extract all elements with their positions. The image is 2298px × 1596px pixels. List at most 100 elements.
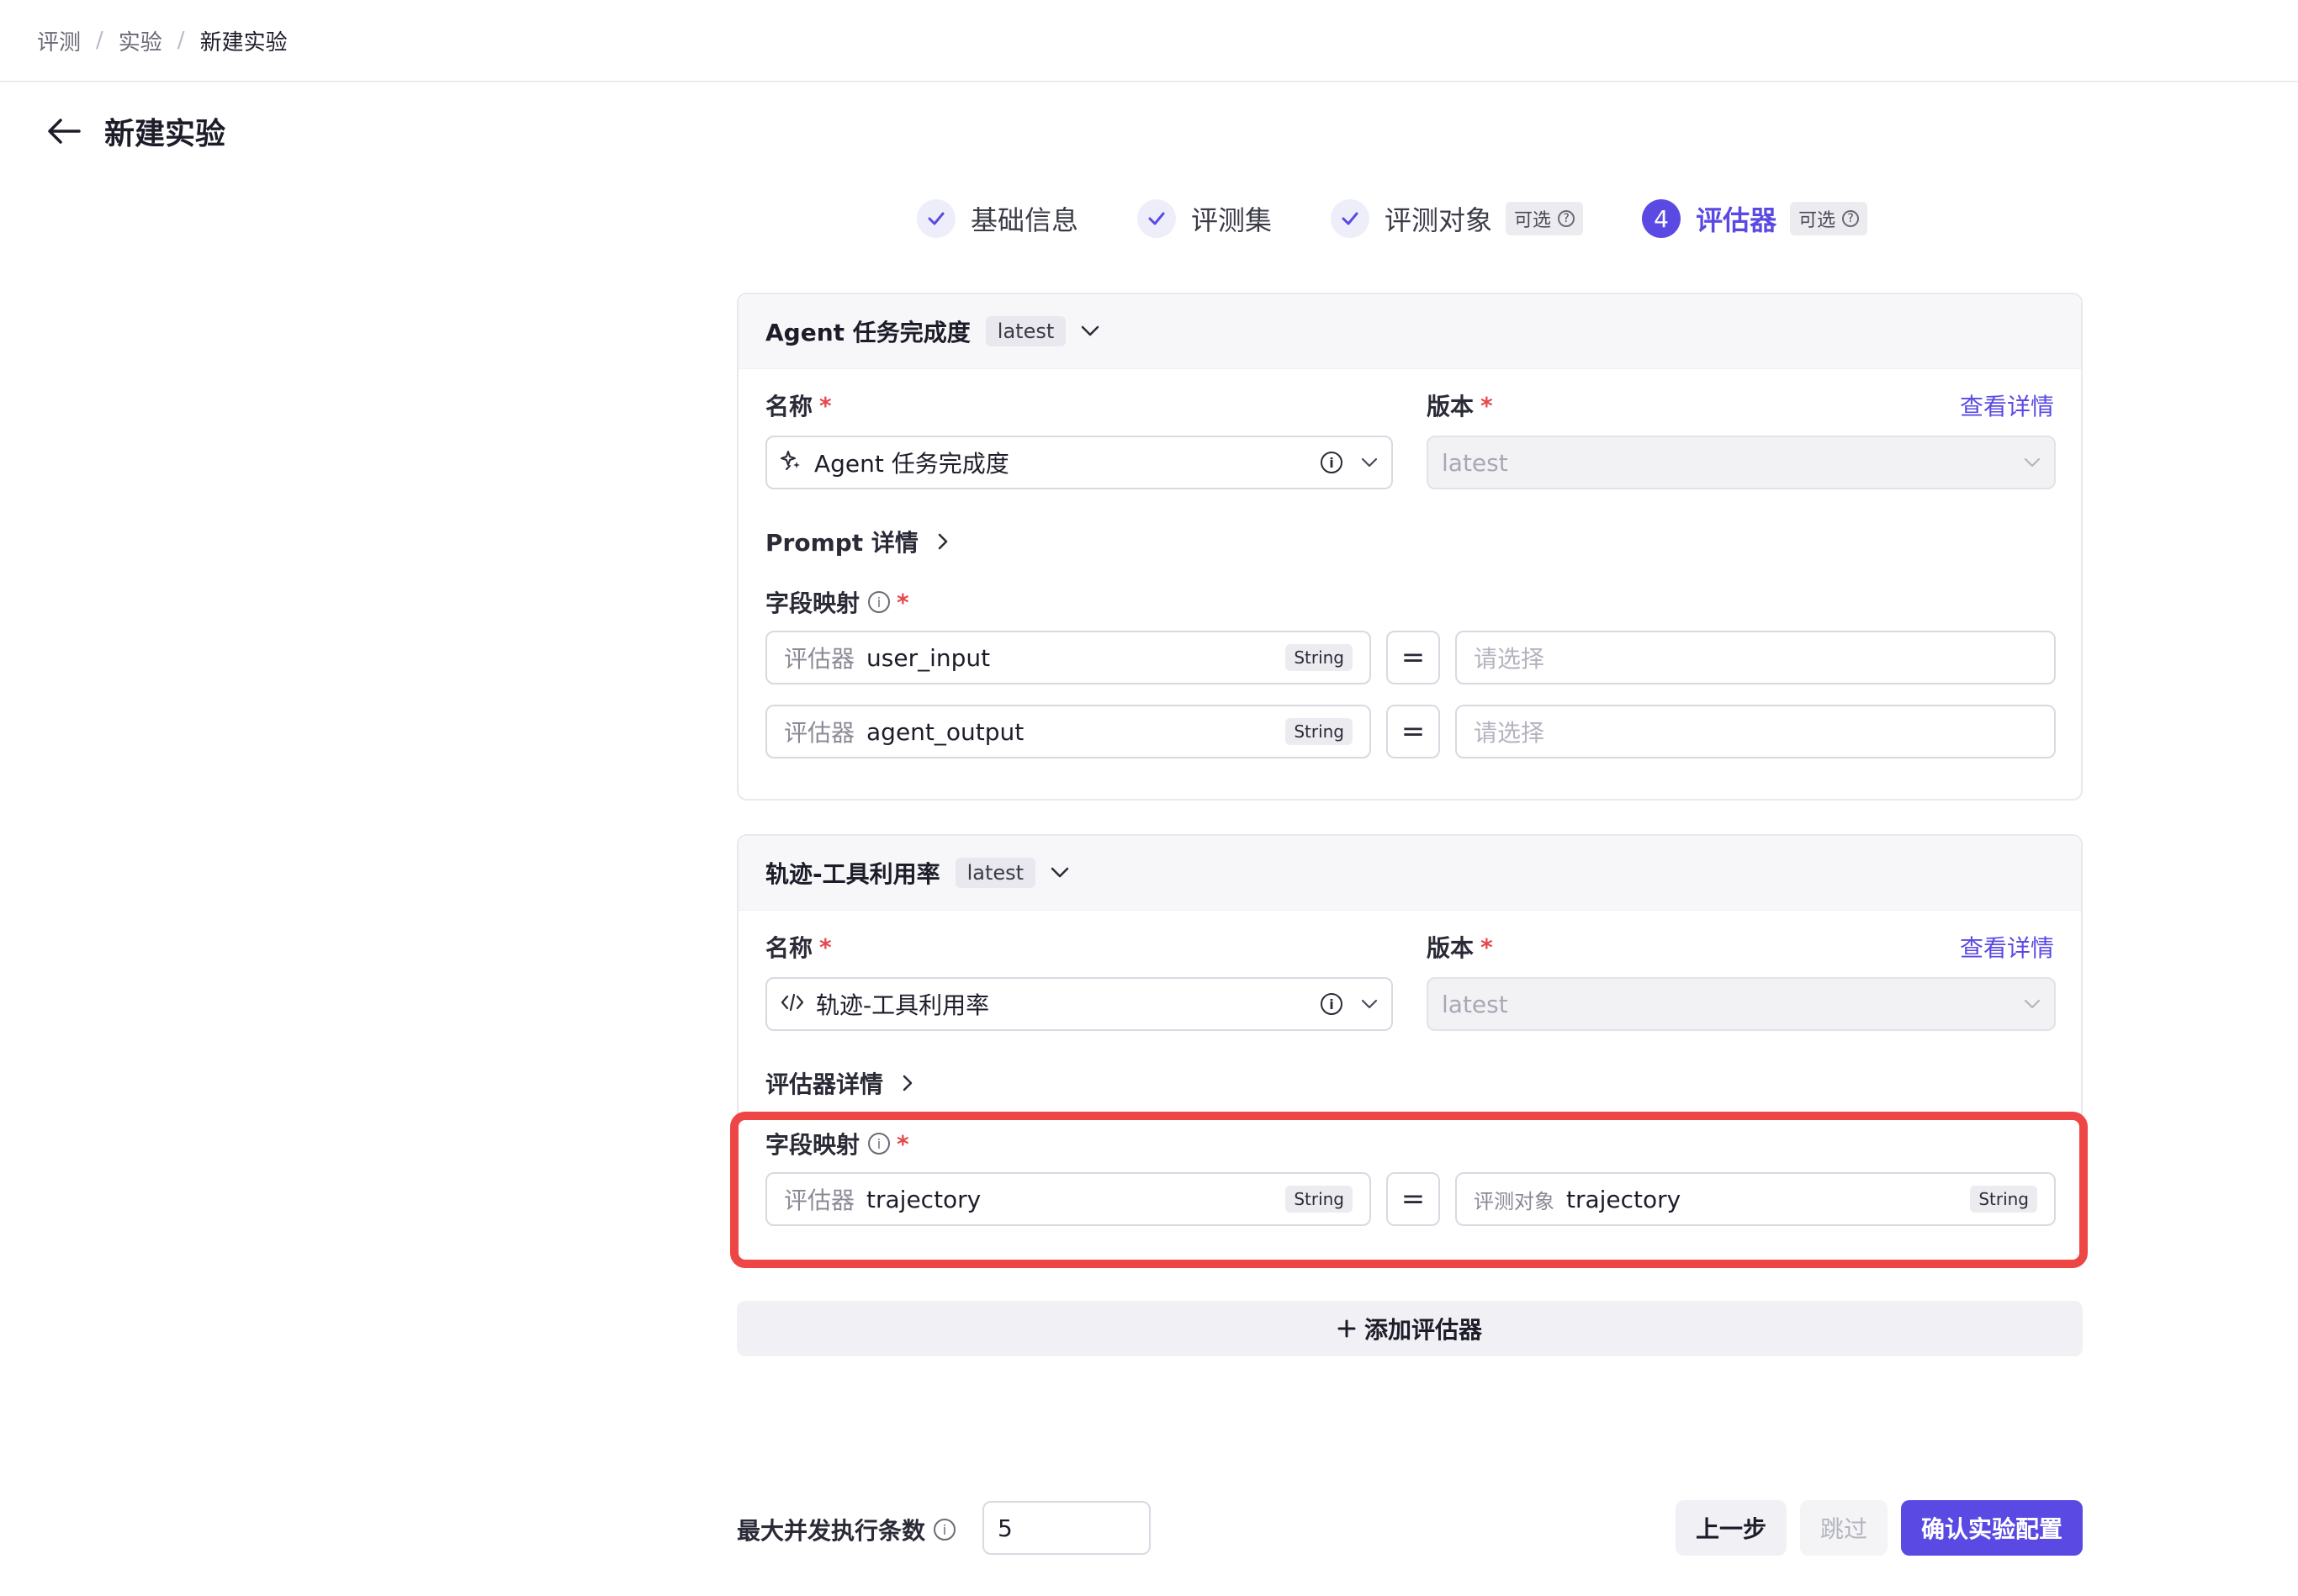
prev-step-button[interactable]: 上一步 [1676,1500,1787,1556]
optional-tag: 可选 ? [1506,202,1584,235]
step-label: 基础信息 [971,204,1079,236]
field-mapping-label-text: 字段映射 [765,589,860,617]
evaluator-card-header: Agent 任务完成度 latest [739,294,2081,369]
step-basic-info[interactable]: 基础信息 [917,199,1078,238]
mapping-target-select[interactable]: 请选择 [1455,705,2056,758]
mapping-source-field: 评估器 trajectory String [765,1172,1371,1226]
step-eval-set[interactable]: 评测集 [1137,199,1272,238]
field-mapping-label: 字段映射 i * [765,1127,909,1160]
type-tag: String [1285,644,1353,671]
mapping-source-name: agent_output [866,717,1025,746]
field-mapping-label-text: 字段映射 [765,1131,860,1159]
confirm-config-button[interactable]: 确认实验配置 [1901,1500,2083,1556]
required-mark: * [1480,391,1493,420]
chevron-down-icon [2024,999,2041,1009]
chevron-down-icon [2024,457,2041,468]
evaluator-card-title: 轨迹-工具利用率 [765,860,940,888]
optional-tag-label: 可选 [1798,210,1836,231]
breadcrumb: 评测 / 实验 / 新建实验 [0,0,2298,82]
max-concurrency-input[interactable] [982,1501,1151,1555]
mapping-target-placeholder: 请选择 [1474,719,1545,747]
evaluator-version-select[interactable]: latest [1427,436,2056,489]
required-mark: * [1480,933,1493,961]
evaluator-name-value: Agent 任务完成度 [814,450,1009,478]
step-number: 4 [1642,199,1681,238]
breadcrumb-separator: / [177,28,185,53]
type-tag: String [1970,1186,2037,1213]
evaluator-name-select[interactable]: Agent 任务完成度 i [765,436,1393,489]
info-icon[interactable]: i [1321,452,1342,473]
sparkle-icon [781,449,802,477]
mapping-source-field: 评估器 user_input String [765,631,1371,684]
breadcrumb-separator: / [96,28,103,53]
step-label: 评测对象 [1385,204,1493,236]
mapping-source-prefix: 评估器 [784,645,855,673]
add-evaluator-label: 添加评估器 [1363,1316,1482,1344]
evaluator-card-header: 轨迹-工具利用率 latest [739,836,2081,911]
mapping-source-prefix: 评估器 [784,1186,855,1214]
check-icon [1331,199,1370,238]
evaluator-name-select[interactable]: 轨迹-工具利用率 i [765,977,1393,1031]
name-label: 名称 * [765,388,832,422]
back-arrow-icon[interactable] [45,113,82,150]
question-icon[interactable]: ? [1558,210,1575,227]
evaluator-card-title: Agent 任务完成度 [765,319,971,346]
question-icon[interactable]: ? [1842,210,1860,227]
step-label: 评估器 [1696,204,1777,236]
version-tag: latest [955,858,1036,888]
name-label-text: 名称 [765,934,813,962]
step-eval-target[interactable]: 评测对象 可选 ? [1331,199,1584,238]
evaluator-details-link[interactable]: 评估器详情 [765,1066,913,1100]
equals-icon: = [1386,705,1440,758]
info-icon[interactable]: i [1321,993,1342,1015]
info-icon[interactable]: i [868,1133,891,1155]
mapping-source-field: 评估器 agent_output String [765,705,1371,758]
version-label: 版本 * [1427,930,1493,964]
view-details-link[interactable]: 查看详情 [1960,930,2054,964]
view-details-link[interactable]: 查看详情 [1960,388,2054,422]
name-label-text: 名称 [765,393,813,420]
mapping-source-prefix: 评估器 [784,719,855,747]
equals-icon: = [1386,1172,1440,1226]
page-header: 新建实验 [45,109,225,153]
required-mark: * [897,588,909,616]
prompt-details-link[interactable]: Prompt 详情 [765,525,949,558]
breadcrumb-item-experiments[interactable]: 实验 [119,25,162,56]
mapping-target-select[interactable]: 请选择 [1455,631,2056,684]
version-label-text: 版本 [1427,934,1475,962]
step-evaluator[interactable]: 4 评估器 可选 ? [1642,199,1868,238]
chevron-down-icon [1361,457,1378,468]
optional-tag-label: 可选 [1514,210,1552,231]
equals-icon: = [1386,631,1440,684]
type-tag: String [1285,1186,1353,1213]
chevron-down-icon [1361,999,1378,1009]
evaluator-card: 轨迹-工具利用率 latest 名称 * 版本 * 查看详情 轨迹-工具利用率 i … [737,834,2083,1265]
breadcrumb-item-evaluation[interactable]: 评测 [37,25,81,56]
evaluator-name-value: 轨迹-工具利用率 [816,991,990,1019]
code-icon [781,991,804,1018]
evaluator-version-select[interactable]: latest [1427,977,2056,1031]
required-mark: * [819,391,832,420]
max-concurrency-label-text: 最大并发执行条数 [737,1517,926,1545]
info-icon[interactable]: i [868,591,891,613]
add-evaluator-button[interactable]: 添加评估器 [737,1301,2083,1356]
evaluator-version-value: latest [1442,448,1508,477]
max-concurrency-label: 最大并发执行条数 i [737,1513,956,1546]
details-link-label: 评估器详情 [765,1070,884,1098]
info-icon[interactable]: i [934,1519,956,1541]
step-label: 评测集 [1191,204,1273,236]
version-tag: latest [985,316,1067,346]
skip-button[interactable]: 跳过 [1800,1500,1888,1556]
field-mapping-label: 字段映射 i * [765,585,909,619]
chevron-down-icon[interactable] [1078,319,1103,344]
breadcrumb-item-current: 新建实验 [199,29,288,55]
check-icon [917,199,956,238]
type-tag: String [1285,718,1353,745]
mapping-target-select[interactable]: 评测对象 trajectory String [1455,1172,2056,1226]
name-label: 名称 * [765,930,832,964]
chevron-down-icon[interactable] [1047,860,1072,885]
mapping-target-prefix: 评测对象 [1474,1189,1554,1213]
version-label: 版本 * [1427,388,1493,422]
mapping-target-name: trajectory [1566,1185,1681,1213]
details-link-label: Prompt 详情 [765,529,919,557]
